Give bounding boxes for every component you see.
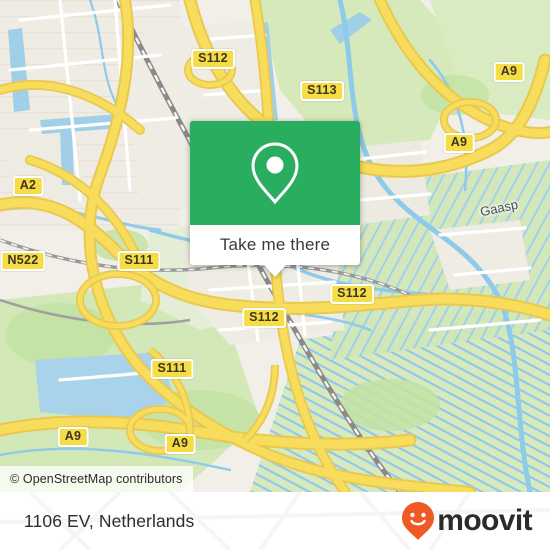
callout-pointer-tail	[264, 265, 286, 277]
callout-action-panel[interactable]: Take me there	[190, 225, 360, 265]
take-me-there-label: Take me there	[219, 235, 331, 254]
footer-bar: 1106 EV, Netherlands moovit	[0, 492, 550, 550]
place-label: Gaasp	[478, 196, 520, 220]
map-pin-icon	[251, 142, 299, 205]
osm-attribution[interactable]: © OpenStreetMap contributors	[0, 466, 193, 492]
moovit-wordmark: moovit	[437, 504, 532, 537]
moovit-pin-smiley-icon	[402, 502, 435, 540]
location-callout-card[interactable]: Take me there	[190, 121, 360, 277]
address-label: 1106 EV, Netherlands	[24, 510, 195, 531]
map-screenshot-root: S112 S113 A9 A9 A2 N522 S111 S112 S112 S111 A9 A9 G…	[0, 0, 550, 550]
moovit-logo[interactable]: moovit	[401, 501, 533, 541]
callout-icon-panel	[190, 121, 360, 225]
